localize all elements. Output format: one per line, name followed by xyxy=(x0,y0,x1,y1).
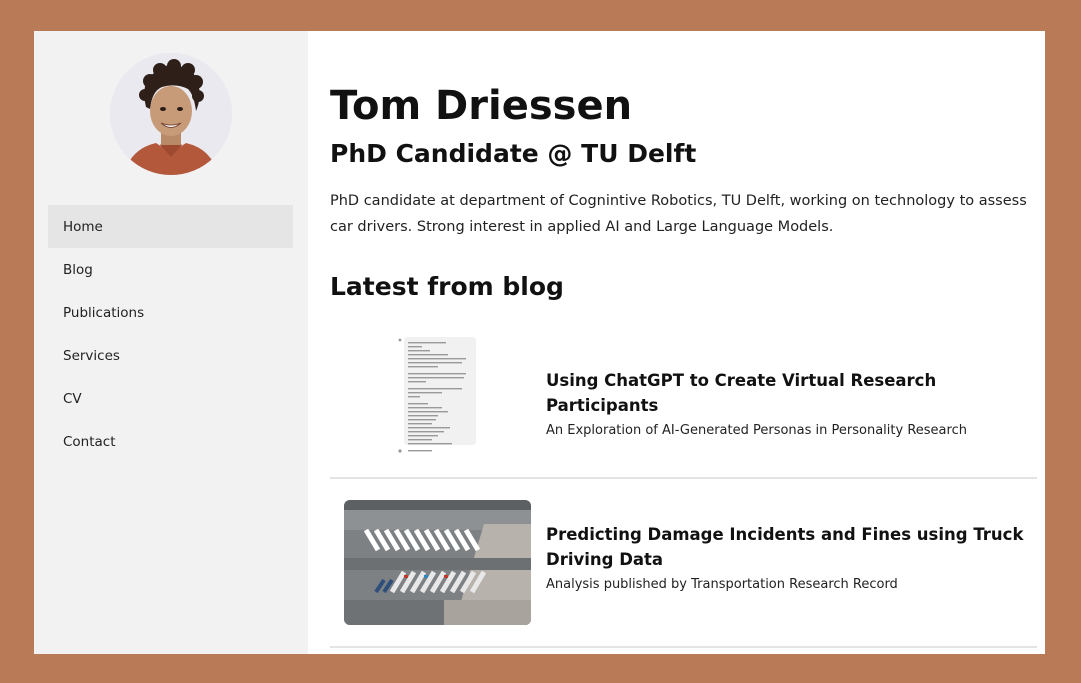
post-title[interactable]: Predicting Damage Incidents and Fines us… xyxy=(546,522,1026,572)
blog-section-heading: Latest from blog xyxy=(330,272,564,301)
post-thumbnail-trucks-photo xyxy=(344,500,531,625)
post-text: Using ChatGPT to Create Virtual Research… xyxy=(546,368,1026,440)
nav-item-home[interactable]: Home xyxy=(48,205,293,248)
post-text: Predicting Damage Incidents and Fines us… xyxy=(546,522,1026,594)
nav-item-publications[interactable]: Publications xyxy=(48,291,293,334)
page-frame: Home Blog Publications Services CV Conta… xyxy=(34,31,1045,654)
post-subtitle: An Exploration of AI-Generated Personas … xyxy=(546,423,967,438)
page-subtitle: PhD Candidate @ TU Delft xyxy=(330,139,697,168)
post-title[interactable]: Using ChatGPT to Create Virtual Research… xyxy=(546,368,1026,418)
nav-item-cv[interactable]: CV xyxy=(48,377,293,420)
blog-post-card[interactable]: Using ChatGPT to Create Virtual Research… xyxy=(330,328,1037,479)
page-title: Tom Driessen xyxy=(330,83,633,129)
post-subtitle: Analysis published by Transportation Res… xyxy=(546,577,898,592)
avatar xyxy=(110,53,232,175)
blog-post-card[interactable]: Predicting Damage Incidents and Fines us… xyxy=(330,496,1037,648)
bio-text: PhD candidate at department of Cognintiv… xyxy=(330,193,1027,235)
main-content: Tom Driessen PhD Candidate @ TU Delft Ph… xyxy=(330,31,1042,654)
nav-item-contact[interactable]: Contact xyxy=(48,420,293,463)
main-nav: Home Blog Publications Services CV Conta… xyxy=(48,205,293,463)
nav-item-blog[interactable]: Blog xyxy=(48,248,293,291)
post-thumbnail-chat-screenshot xyxy=(398,337,476,453)
nav-item-services[interactable]: Services xyxy=(48,334,293,377)
avatar-photo xyxy=(110,53,232,175)
sidebar: Home Blog Publications Services CV Conta… xyxy=(34,31,308,654)
